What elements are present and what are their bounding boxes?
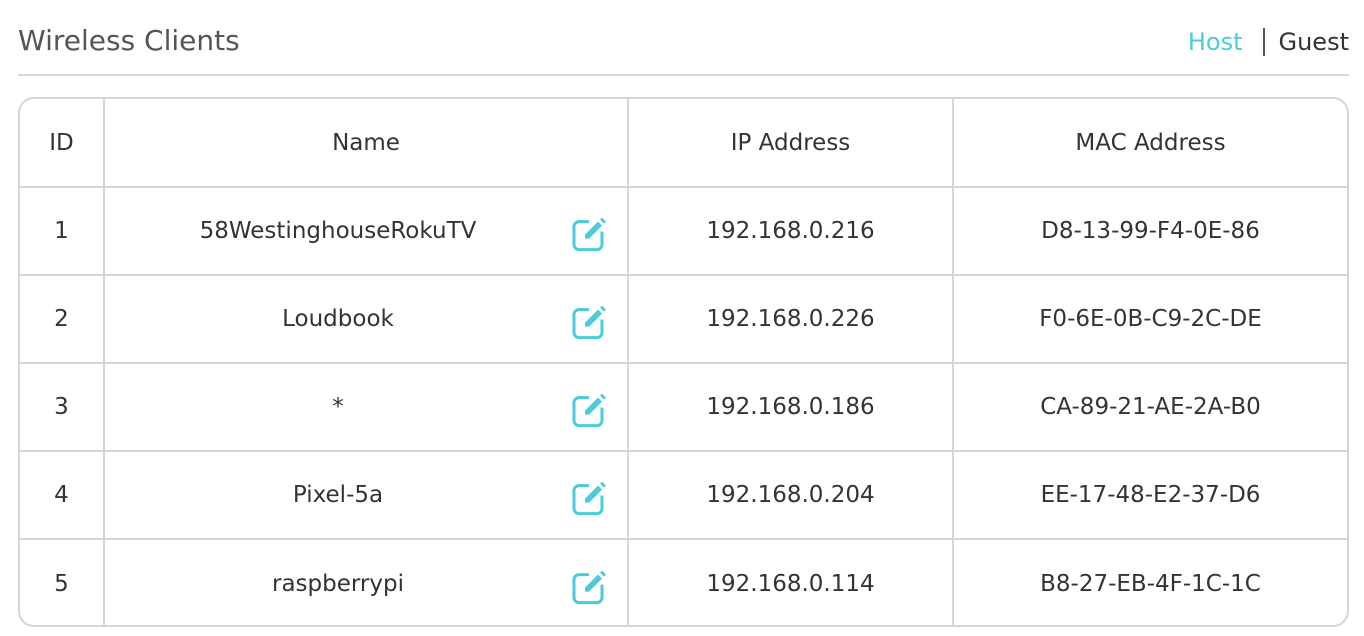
edit-icon[interactable] [571, 481, 607, 517]
cell-ip: 192.168.0.226 [628, 275, 954, 364]
cell-id: 2 [20, 275, 105, 364]
cell-id: 4 [20, 451, 105, 540]
clients-table-container: ID Name IP Address MAC Address 1 58Westi… [18, 97, 1349, 627]
tab-host[interactable]: Host [1188, 27, 1243, 57]
table-row: 5 raspberrypi 192.168.0.114 B8-27-EB-4F-… [20, 539, 1347, 625]
cell-id: 1 [20, 187, 105, 276]
client-name: 58WestinghouseRokuTV [199, 218, 477, 244]
column-header-ip: IP Address [628, 99, 954, 188]
cell-id: 3 [20, 363, 105, 452]
cell-name: * [104, 363, 629, 452]
edit-icon[interactable] [571, 305, 607, 341]
client-name: Loudbook [282, 306, 394, 332]
cell-ip: 192.168.0.216 [628, 187, 954, 276]
cell-mac: F0-6E-0B-C9-2C-DE [953, 275, 1347, 364]
client-name: raspberrypi [272, 570, 404, 597]
clients-table: ID Name IP Address MAC Address 1 58Westi… [20, 99, 1347, 625]
table-row: 3 * 192.168.0.186 CA-89-21-AE-2A-B0 [20, 363, 1347, 452]
tab-divider [1262, 28, 1265, 56]
page-title: Wireless Clients [18, 24, 240, 57]
wireless-clients-panel: Wireless Clients Host Guest ID Name IP A… [0, 0, 1364, 636]
column-header-name: Name [104, 99, 629, 188]
table-row: 1 58WestinghouseRokuTV 192.168.0.216 D8-… [20, 187, 1347, 276]
panel-header: Wireless Clients Host Guest [18, 0, 1349, 76]
cell-mac: D8-13-99-F4-0E-86 [953, 187, 1347, 276]
edit-icon[interactable] [571, 393, 607, 429]
cell-name: Loudbook [104, 275, 629, 364]
edit-icon[interactable] [571, 217, 607, 253]
cell-mac: B8-27-EB-4F-1C-1C [1040, 570, 1261, 597]
table-header-row: ID Name IP Address MAC Address [20, 99, 1347, 188]
cell-id: 5 [20, 539, 105, 625]
cell-ip: 192.168.0.186 [628, 363, 954, 452]
table-row: 4 Pixel-5a 192.168.0.204 EE-17-48-E2-37-… [20, 451, 1347, 540]
cell-mac: EE-17-48-E2-37-D6 [953, 451, 1347, 540]
client-name: * [332, 394, 344, 420]
cell-name: raspberrypi [104, 539, 629, 625]
cell-ip: 192.168.0.114 [628, 539, 954, 625]
cell-ip: 192.168.0.204 [628, 451, 954, 540]
client-name: Pixel-5a [292, 482, 384, 508]
edit-icon[interactable] [571, 569, 607, 605]
column-header-mac: MAC Address [953, 99, 1347, 188]
cell-mac: CA-89-21-AE-2A-B0 [953, 363, 1347, 452]
cell-name: Pixel-5a [104, 451, 629, 540]
host-guest-switch: Host Guest [1188, 27, 1349, 57]
tab-guest[interactable]: Guest [1279, 27, 1350, 57]
column-header-id: ID [20, 99, 105, 188]
cell-name: 58WestinghouseRokuTV [104, 187, 629, 276]
table-row: 2 Loudbook 192.168.0.226 F0-6E-0B-C9-2C-… [20, 275, 1347, 364]
